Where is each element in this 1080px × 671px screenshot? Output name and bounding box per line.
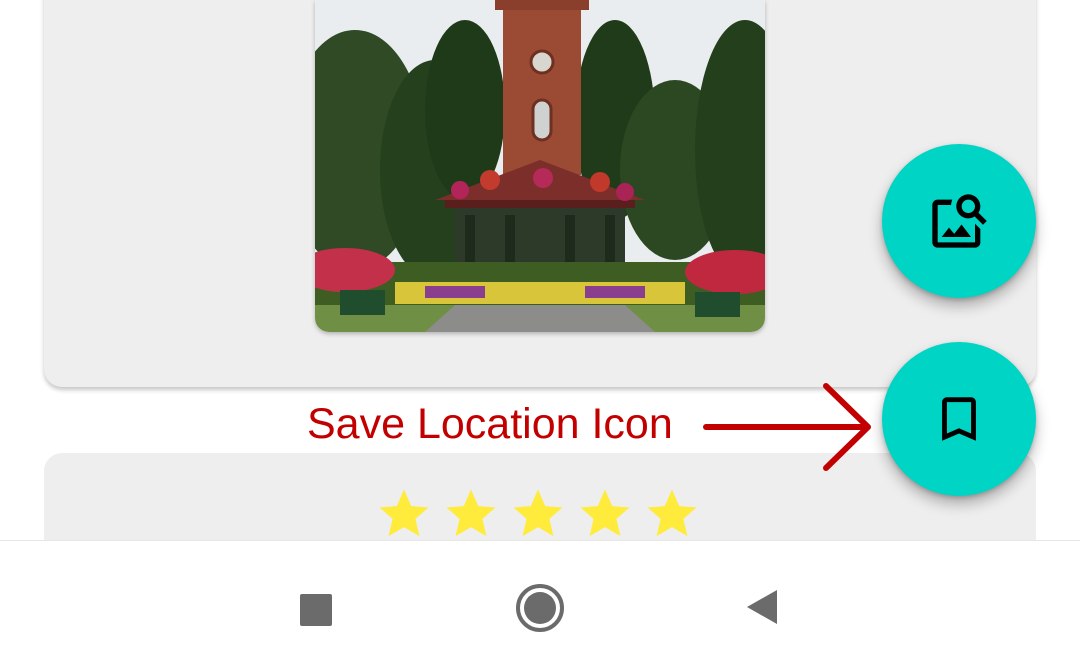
home-button[interactable] bbox=[514, 582, 566, 634]
back-button[interactable] bbox=[740, 586, 782, 628]
annotation-label: Save Location Icon bbox=[307, 400, 673, 448]
star-icon bbox=[379, 489, 429, 537]
annotation-arrow-icon bbox=[703, 383, 871, 471]
star-icon bbox=[580, 489, 630, 537]
rating-stars bbox=[375, 486, 701, 542]
star-icon bbox=[446, 489, 496, 537]
square-icon bbox=[300, 594, 332, 626]
star-icon bbox=[513, 489, 563, 537]
star-icon bbox=[647, 489, 697, 537]
circle-icon bbox=[516, 584, 564, 632]
triangle-icon bbox=[747, 590, 777, 624]
system-navigation-bar bbox=[0, 540, 1080, 671]
bookmark-icon bbox=[942, 397, 976, 441]
place-photo[interactable] bbox=[315, 0, 765, 332]
image-search-icon bbox=[932, 194, 987, 248]
save-location-button[interactable] bbox=[882, 342, 1036, 496]
image-search-button[interactable] bbox=[882, 144, 1036, 298]
recents-button[interactable] bbox=[295, 589, 337, 631]
